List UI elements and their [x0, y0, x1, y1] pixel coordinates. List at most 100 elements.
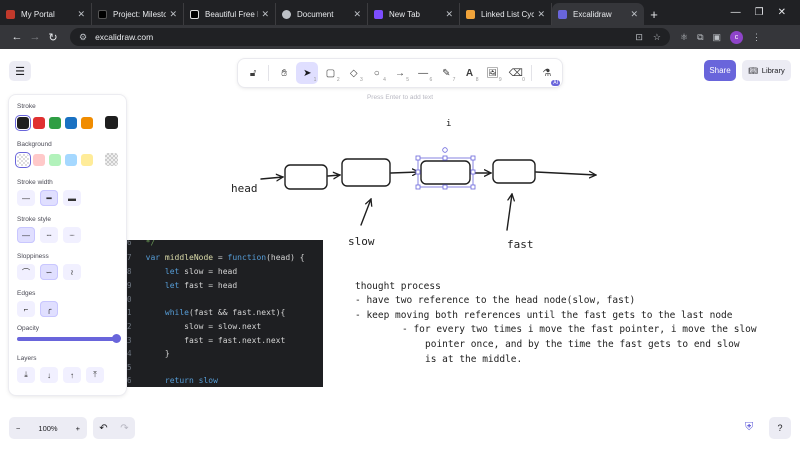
- arrow[interactable]: [327, 175, 340, 176]
- zoom-out-button[interactable]: −: [16, 424, 20, 433]
- edges-round[interactable]: ╭: [40, 301, 58, 317]
- slow-label[interactable]: slow: [348, 235, 375, 248]
- opacity-slider-track[interactable]: [17, 337, 118, 341]
- text-tool-button[interactable]: A8: [458, 62, 480, 84]
- bold-line-icon: ━: [46, 193, 52, 203]
- shield-icon[interactable]: ⛨: [745, 421, 753, 434]
- code-line: 9 let fast = head: [127, 281, 238, 290]
- bring-forward-icon: ↑: [70, 370, 74, 380]
- bring-to-front-button[interactable]: ⤒: [86, 367, 104, 383]
- code-line: 8 let slow = head: [127, 267, 238, 276]
- send-backward-button[interactable]: ↓: [40, 367, 58, 383]
- slow-pointer-arrow[interactable]: [360, 199, 371, 226]
- send-to-back-button[interactable]: ⤓: [17, 367, 35, 383]
- arrow[interactable]: [260, 177, 283, 179]
- background-color-green[interactable]: [49, 154, 61, 166]
- notes-line[interactable]: - have two reference to the head node(sl…: [355, 295, 635, 306]
- zoom-in-button[interactable]: +: [76, 424, 80, 433]
- sloppiness-label: Sloppiness: [17, 253, 49, 260]
- sharp-edges-icon: ⌐: [23, 304, 29, 314]
- dotted-line-icon: ┈: [69, 230, 75, 240]
- selection-icon: ➤: [303, 67, 312, 79]
- toolbar-divider: [530, 65, 532, 81]
- library-button[interactable]: 📖︎ Library: [742, 60, 791, 81]
- background-color-blue[interactable]: [65, 154, 77, 166]
- code-line: 6 */: [127, 240, 156, 247]
- arrow-tool-button[interactable]: → 5: [389, 62, 411, 84]
- node-box-3[interactable]: [420, 160, 471, 185]
- stroke-color-green[interactable]: [49, 117, 61, 129]
- layers-label: Layers: [17, 355, 37, 362]
- stroke-style-dashed[interactable]: ╌: [40, 227, 58, 243]
- main-menu-button[interactable]: ☰: [9, 61, 31, 81]
- zoom-controls: − 100% +: [9, 417, 87, 439]
- code-line: 3 fast = fast.next.next: [127, 336, 286, 345]
- sloppiness-cartoonist[interactable]: ≀: [63, 264, 81, 280]
- arrow[interactable]: [535, 172, 596, 175]
- notes-line[interactable]: - for every two times i move the fast po…: [402, 324, 757, 335]
- diamond-tool-button[interactable]: ◇ 3: [343, 62, 365, 84]
- image-tool-button[interactable]: 🖼︎ 9: [482, 62, 504, 84]
- lock-tool-button[interactable]: 🔓︎: [242, 62, 264, 84]
- stroke-color-red[interactable]: [33, 117, 45, 129]
- stroke-color-blue[interactable]: [65, 117, 77, 129]
- extra-tools-button[interactable]: ⚗ AI: [536, 62, 560, 86]
- edges-sharp[interactable]: ⌐: [17, 301, 35, 317]
- fast-label[interactable]: fast: [507, 238, 534, 251]
- node-box-2[interactable]: [341, 158, 391, 187]
- select-marker-text[interactable]: i: [446, 119, 451, 129]
- share-button[interactable]: Share: [704, 60, 736, 81]
- extra-bold-line-icon: ▬: [68, 193, 76, 203]
- stroke-color-orange[interactable]: [81, 117, 93, 129]
- notes-line[interactable]: - keep moving both references until the …: [355, 310, 733, 321]
- background-color-yellow[interactable]: [81, 154, 93, 166]
- background-color-pink[interactable]: [33, 154, 45, 166]
- node-box-4[interactable]: [492, 159, 536, 184]
- eraser-tool-button[interactable]: ⌫ 0: [505, 62, 527, 84]
- code-line: 2 slow = slow.next: [127, 322, 262, 331]
- background-color-transparent[interactable]: [17, 154, 29, 166]
- code-line: 5: [127, 363, 132, 372]
- line-tool-button[interactable]: —6: [412, 62, 434, 84]
- notes-line[interactable]: pointer once, and by the time the fast g…: [425, 339, 740, 350]
- code-line: 7 var middleNode = function(head) {: [127, 253, 305, 262]
- selection-tool-button[interactable]: ➤ 1: [296, 62, 319, 84]
- stroke-style-dotted[interactable]: ┈: [63, 227, 81, 243]
- architect-icon: ⌒: [22, 267, 30, 277]
- zoom-level[interactable]: 100%: [38, 424, 57, 433]
- rectangle-icon: ▢: [325, 67, 336, 79]
- image-icon: 🖼︎: [486, 67, 499, 79]
- help-button[interactable]: ?: [769, 417, 791, 439]
- background-color-picker[interactable]: [105, 153, 118, 166]
- arrow[interactable]: [390, 172, 419, 173]
- redo-icon[interactable]: ↷: [120, 423, 128, 434]
- code-line: 6 return slow: [127, 376, 218, 385]
- sloppiness-artist[interactable]: ∽: [40, 264, 58, 280]
- node-box-1[interactable]: [284, 164, 328, 190]
- sloppiness-architect[interactable]: ⌒: [17, 264, 35, 280]
- head-label[interactable]: head: [231, 182, 258, 195]
- notes-line[interactable]: is at the middle.: [425, 354, 522, 365]
- stroke-color-picker[interactable]: [105, 116, 118, 129]
- ellipse-tool-button[interactable]: ○ 4: [366, 62, 388, 84]
- pencil-tool-button[interactable]: ✎ 7: [435, 62, 457, 84]
- shape-toolbar: 🔓︎ ✋︎ ➤ 1 ▢ 2 ◇ 3 ○ 4 → 5 —6 ✎ 7 A8 🖼︎ 9 ⌫ 0 ⚗ AI: [238, 59, 562, 87]
- send-to-back-icon: ⤓: [24, 370, 28, 379]
- artist-icon: ∽: [45, 267, 53, 277]
- stroke-style-solid[interactable]: —: [17, 227, 35, 243]
- selection-handles[interactable]: [415, 147, 476, 190]
- rectangle-tool-button[interactable]: ▢ 2: [319, 62, 341, 84]
- stroke-width-bold[interactable]: ━: [40, 190, 58, 206]
- stroke-width-thin[interactable]: —: [17, 190, 35, 206]
- fast-pointer-arrow[interactable]: [506, 194, 512, 231]
- lock-icon: 🔓︎: [249, 67, 257, 79]
- bring-forward-button[interactable]: ↑: [63, 367, 81, 383]
- notes-line[interactable]: thought process: [355, 281, 441, 292]
- undo-icon[interactable]: ↶: [99, 423, 107, 434]
- opacity-slider-handle[interactable]: [112, 334, 121, 343]
- hand-tool-button[interactable]: ✋︎: [273, 62, 295, 84]
- code-screenshot-image[interactable]: 6 */ 7 var middleNode = function(head) {…: [127, 240, 323, 387]
- stroke-width-extra-bold[interactable]: ▬: [63, 190, 81, 206]
- stroke-color-black[interactable]: [17, 117, 29, 129]
- eraser-icon: ⌫: [508, 67, 523, 79]
